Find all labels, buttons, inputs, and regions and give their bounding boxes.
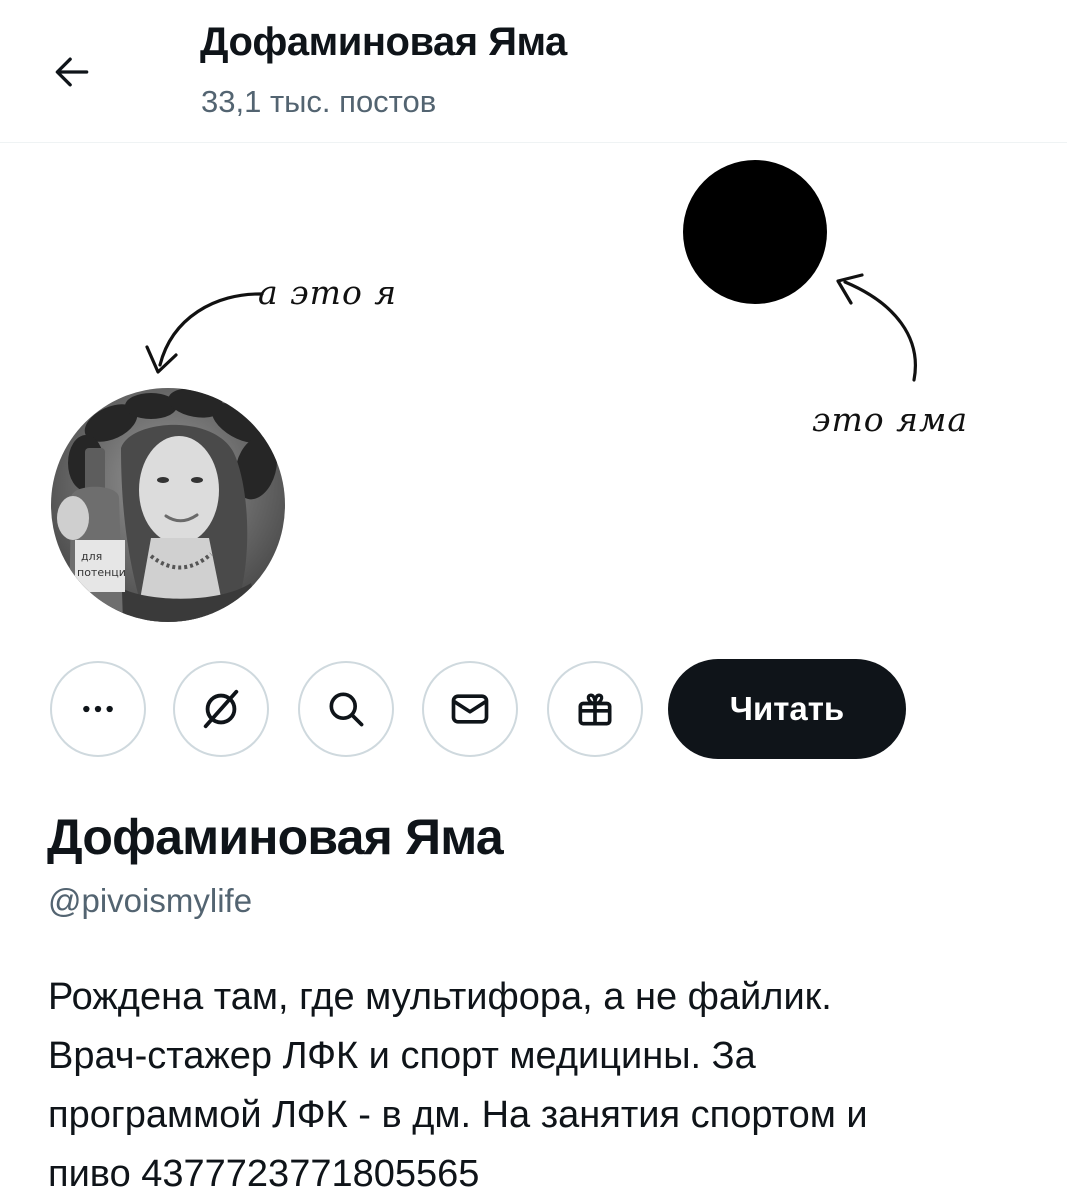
bottle-label-line1: для xyxy=(81,550,102,563)
profile-bio: Рождена там, где мультифора, а не файлик… xyxy=(48,968,1028,1204)
user-handle: @pivoismylife xyxy=(48,882,253,919)
avatar[interactable]: для потенци xyxy=(51,388,285,622)
back-button[interactable] xyxy=(40,40,104,104)
grok-button[interactable] xyxy=(173,661,269,757)
grok-slash-icon xyxy=(203,689,239,729)
search-icon xyxy=(329,692,364,727)
banner-label-pit: это яма xyxy=(812,400,969,439)
display-name: Дофаминовая Яма xyxy=(47,809,504,865)
header-title: Дофаминовая Яма xyxy=(200,20,567,64)
follow-button[interactable]: Читать xyxy=(668,659,906,759)
gift-icon xyxy=(578,693,612,726)
more-horizontal-icon xyxy=(83,705,113,713)
message-button[interactable] xyxy=(422,661,518,757)
search-profile-button[interactable] xyxy=(298,661,394,757)
gift-button[interactable] xyxy=(547,661,643,757)
more-button[interactable] xyxy=(50,661,146,757)
arrow-left-icon xyxy=(55,57,89,87)
bio-line: программой ЛФК - в дм. На занятия спорто… xyxy=(48,1094,868,1136)
envelope-icon xyxy=(451,694,489,724)
top-bar: Дофаминовая Яма 33,1 тыс. постов xyxy=(0,0,1067,143)
bio-line: Врач-стажер ЛФК и спорт медицины. За xyxy=(48,1035,756,1077)
black-hole-circle xyxy=(683,160,827,304)
bio-line: Рождена там, где мультифора, а не файлик… xyxy=(48,976,832,1018)
post-count: 33,1 тыс. постов xyxy=(201,84,437,119)
arrow-to-pit xyxy=(843,280,917,382)
banner-label-me: а это я xyxy=(258,273,398,312)
bio-line: пиво 4377723771805565 xyxy=(48,1153,480,1195)
bottle-label-line2: потенци xyxy=(77,566,126,579)
